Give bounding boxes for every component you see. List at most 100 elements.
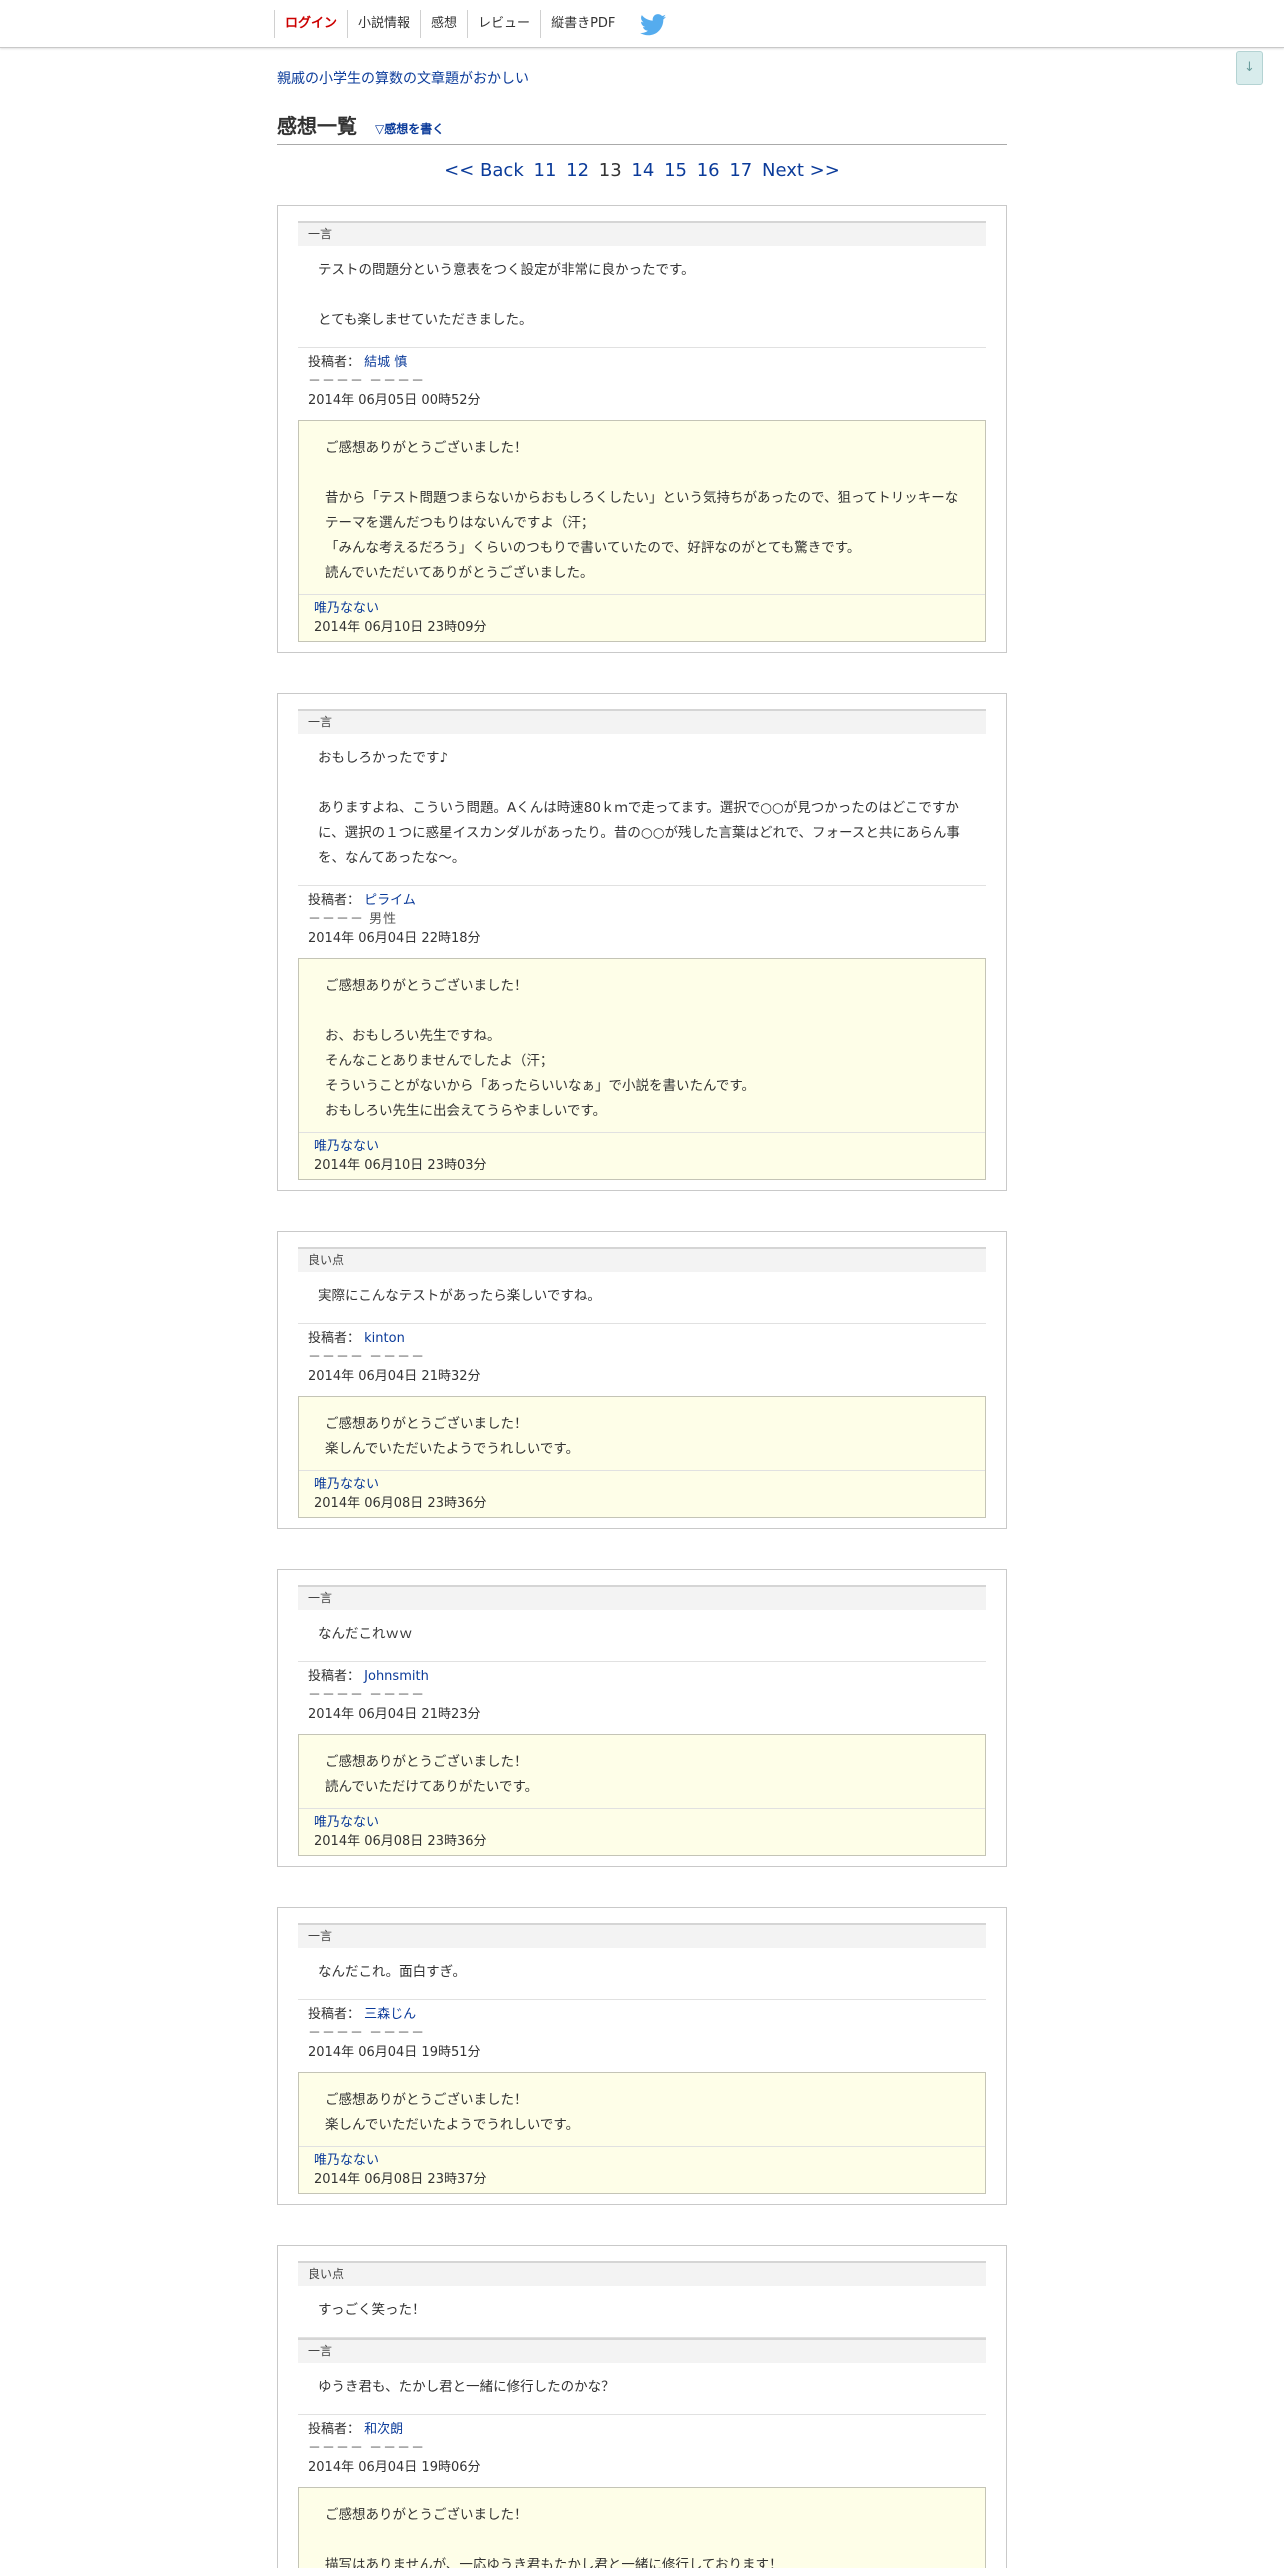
reply-date: 2014年 06月10日 23時03分 <box>314 1158 487 1173</box>
review-card: 良い点 実際にこんなテストがあったら楽しいですね。 投稿者： kinton －－… <box>277 1231 1007 1529</box>
review-date: 2014年 06月05日 00時52分 <box>308 393 481 408</box>
nav-item-novel-info[interactable]: 小説情報 <box>347 10 420 38</box>
review-section-label: 一言 <box>298 709 986 734</box>
review-comment: テストの問題分という意表をつく設定が非常に良かったです。 とても楽しませていただ… <box>298 246 986 348</box>
reply-text: ご感想ありがとうございました！ 楽しんでいただいたようでうれしいです。 <box>299 1397 985 1471</box>
poster-label: 投稿者： <box>308 1669 361 1684</box>
review-comment: おもしろかったです♪ ありますよね、こういう問題。Aくんは時速80ｋｍで走ってま… <box>298 734 986 886</box>
reply-meta: 唯乃なない 2014年 06月08日 23時36分 <box>299 1809 985 1855</box>
poster-label: 投稿者： <box>308 355 361 370</box>
author-reply: ご感想ありがとうございました！ 昔から「テスト問題つまらないからおもしろくしたい… <box>298 420 986 642</box>
review-meta: 投稿者： ピライム －－－－ 男性 2014年 06月04日 22時18分 <box>298 886 986 954</box>
author-reply: ご感想ありがとうございました！ 描写はありませんが、一応ゆうき君もたかし君と一緒… <box>298 2487 986 2568</box>
pager-back-link[interactable]: << Back <box>444 160 524 181</box>
review-comment: すっごく笑った！ <box>298 2286 986 2338</box>
review-section-label: 良い点 <box>298 1247 986 1272</box>
poster-name-link[interactable]: 三森じん <box>364 2007 416 2022</box>
review-meta: 投稿者： 三森じん －－－－ －－－－ 2014年 06月04日 19時51分 <box>298 2000 986 2068</box>
review-section-label: 一言 <box>298 221 986 246</box>
reply-meta: 唯乃なない 2014年 06月08日 23時36分 <box>299 1471 985 1517</box>
poster-attributes: －－－－ －－－－ <box>308 1688 426 1703</box>
review-card: 一言 なんだこれｗｗ 投稿者： Johnsmith －－－－ －－－－ 2014… <box>277 1569 1007 1867</box>
nav-item-login[interactable]: ログイン <box>274 10 347 38</box>
pager-page-12[interactable]: 12 <box>566 160 589 181</box>
review-section-label: 一言 <box>298 1585 986 1610</box>
scroll-down-button[interactable]: ↓ <box>1236 51 1263 85</box>
reply-author-link[interactable]: 唯乃なない <box>314 2153 379 2168</box>
reply-text: ご感想ありがとうございました！ 昔から「テスト問題つまらないからおもしろくしたい… <box>299 421 985 595</box>
write-impression-link[interactable]: ▽感想を書く <box>375 120 444 137</box>
poster-name-link[interactable]: Johnsmith <box>364 1669 429 1684</box>
review-date: 2014年 06月04日 22時18分 <box>308 931 481 946</box>
review-section-label: 一言 <box>298 1923 986 1948</box>
reply-text: ご感想ありがとうございました！ 描写はありませんが、一応ゆうき君もたかし君と一緒… <box>299 2488 985 2568</box>
twitter-bird-icon[interactable] <box>640 14 666 36</box>
reply-date: 2014年 06月08日 23時36分 <box>314 1496 487 1511</box>
poster-name-link[interactable]: 和次朗 <box>364 2422 403 2437</box>
review-section-label: 良い点 <box>298 2261 986 2286</box>
pager-page-11[interactable]: 11 <box>534 160 557 181</box>
poster-attributes: －－－－ 男性 <box>308 912 398 927</box>
review-card: 一言 テストの問題分という意表をつく設定が非常に良かったです。 とても楽しませて… <box>277 205 1007 653</box>
page-title: 感想一覧 <box>277 114 357 138</box>
reply-meta: 唯乃なない 2014年 06月08日 23時37分 <box>299 2147 985 2193</box>
review-comment: 実際にこんなテストがあったら楽しいですね。 <box>298 1272 986 1324</box>
nav-menu: ログイン 小説情報 感想 レビュー 縦書きPDF <box>274 10 625 38</box>
review-card: 良い点 すっごく笑った！ 一言 ゆうき君も、たかし君と一緒に修行したのかな？ 投… <box>277 2245 1007 2568</box>
review-date: 2014年 06月04日 19時06分 <box>308 2460 481 2475</box>
reply-text: ご感想ありがとうございました！ お、おもしろい先生ですね。 そんなことありません… <box>299 959 985 1133</box>
nav-item-review[interactable]: レビュー <box>467 10 540 38</box>
poster-attributes: －－－－ －－－－ <box>308 2026 426 2041</box>
review-meta: 投稿者： kinton －－－－ －－－－ 2014年 06月04日 21時32… <box>298 1324 986 1392</box>
reply-author-link[interactable]: 唯乃なない <box>314 601 379 616</box>
poster-name-link[interactable]: ピライム <box>364 893 416 908</box>
review-date: 2014年 06月04日 19時51分 <box>308 2045 481 2060</box>
review-comment: ゆうき君も、たかし君と一緒に修行したのかな？ <box>298 2363 986 2415</box>
author-reply: ご感想ありがとうございました！ 読んでいただけてありがたいです。 唯乃なない 2… <box>298 1734 986 1856</box>
poster-label: 投稿者： <box>308 893 361 908</box>
review-meta: 投稿者： 結城 慎 －－－－ －－－－ 2014年 06月05日 00時52分 <box>298 348 986 416</box>
reply-author-link[interactable]: 唯乃なない <box>314 1815 379 1830</box>
pager-page-17[interactable]: 17 <box>729 160 752 181</box>
reply-meta: 唯乃なない 2014年 06月10日 23時09分 <box>299 595 985 641</box>
top-navigation-bar: ログイン 小説情報 感想 レビュー 縦書きPDF <box>0 0 1284 48</box>
poster-name-link[interactable]: 結城 慎 <box>364 355 407 370</box>
review-comment: なんだこれ。面白すぎ。 <box>298 1948 986 2000</box>
review-date: 2014年 06月04日 21時23分 <box>308 1707 481 1722</box>
review-date: 2014年 06月04日 21時32分 <box>308 1369 481 1384</box>
poster-name-link[interactable]: kinton <box>364 1331 405 1346</box>
author-reply: ご感想ありがとうございました！ 楽しんでいただいたようでうれしいです。 唯乃なな… <box>298 1396 986 1518</box>
novel-title-link[interactable]: 親戚の小学生の算数の文章題がおかしい <box>277 68 529 88</box>
reply-author-link[interactable]: 唯乃なない <box>314 1477 379 1492</box>
reply-date: 2014年 06月10日 23時09分 <box>314 620 487 635</box>
reply-text: ご感想ありがとうございました！ 読んでいただけてありがたいです。 <box>299 1735 985 1809</box>
review-card: 一言 なんだこれ。面白すぎ。 投稿者： 三森じん －－－－ －－－－ 2014年… <box>277 1907 1007 2205</box>
nav-item-vertical-pdf[interactable]: 縦書きPDF <box>540 10 625 38</box>
reply-author-link[interactable]: 唯乃なない <box>314 1139 379 1154</box>
page-header: 感想一覧 ▽感想を書く <box>277 108 1007 145</box>
poster-attributes: －－－－ －－－－ <box>308 1350 426 1365</box>
author-reply: ご感想ありがとうございました！ 楽しんでいただいたようでうれしいです。 唯乃なな… <box>298 2072 986 2194</box>
author-reply: ご感想ありがとうございました！ お、おもしろい先生ですね。 そんなことありません… <box>298 958 986 1180</box>
poster-attributes: －－－－ －－－－ <box>308 374 426 389</box>
nav-item-impressions[interactable]: 感想 <box>420 10 467 38</box>
pager-page-14[interactable]: 14 <box>631 160 654 181</box>
poster-label: 投稿者： <box>308 1331 361 1346</box>
poster-label: 投稿者： <box>308 2422 361 2437</box>
pager-next-link[interactable]: Next >> <box>762 160 840 181</box>
pager-page-15[interactable]: 15 <box>664 160 687 181</box>
review-comment: なんだこれｗｗ <box>298 1610 986 1662</box>
reply-date: 2014年 06月08日 23時37分 <box>314 2172 487 2187</box>
reply-date: 2014年 06月08日 23時36分 <box>314 1834 487 1849</box>
review-meta: 投稿者： Johnsmith －－－－ －－－－ 2014年 06月04日 21… <box>298 1662 986 1730</box>
reply-meta: 唯乃なない 2014年 06月10日 23時03分 <box>299 1133 985 1179</box>
poster-label: 投稿者： <box>308 2007 361 2022</box>
reply-text: ご感想ありがとうございました！ 楽しんでいただいたようでうれしいです。 <box>299 2073 985 2147</box>
review-meta: 投稿者： 和次朗 －－－－ －－－－ 2014年 06月04日 19時06分 <box>298 2415 986 2483</box>
review-card: 一言 おもしろかったです♪ ありますよね、こういう問題。Aくんは時速80ｋｍで走… <box>277 693 1007 1191</box>
pagination: << Back 11 12 13 14 15 16 17 Next >> <box>277 160 1007 181</box>
review-section-label: 一言 <box>298 2338 986 2363</box>
pager-page-16[interactable]: 16 <box>697 160 720 181</box>
poster-attributes: －－－－ －－－－ <box>308 2441 426 2456</box>
pager-current-page: 13 <box>598 160 622 181</box>
